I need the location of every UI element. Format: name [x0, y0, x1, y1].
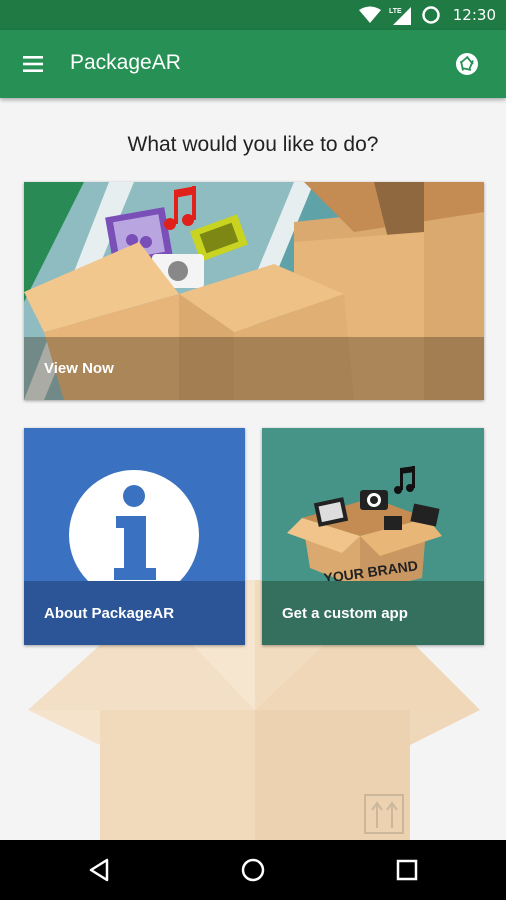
view-now-card[interactable]: View Now — [24, 182, 484, 400]
hamburger-menu-icon — [23, 56, 43, 72]
custom-app-card[interactable]: YOUR BRAND Get a custom app — [262, 428, 484, 645]
status-time: 12:30 — [452, 6, 496, 24]
navigation-bar — [0, 840, 506, 900]
about-card[interactable]: About PackageAR — [24, 428, 245, 645]
camera-lens-icon — [456, 53, 478, 75]
prompt-heading: What would you like to do? — [127, 133, 379, 156]
circle-icon — [422, 6, 440, 24]
home-button[interactable] — [238, 855, 268, 885]
custom-app-label: Get a custom app — [262, 581, 484, 645]
back-button[interactable] — [85, 855, 115, 885]
about-label: About PackageAR — [24, 581, 245, 645]
app-title: PackageAR — [70, 51, 181, 74]
camera-button[interactable] — [454, 51, 480, 77]
status-bar: LTE 12:30 — [0, 0, 506, 30]
view-now-label: View Now — [24, 337, 484, 400]
status-icons: LTE 12:30 — [358, 5, 496, 25]
menu-button[interactable] — [22, 52, 48, 76]
network-type-label: LTE — [389, 8, 402, 15]
recents-button[interactable] — [392, 855, 422, 885]
recents-icon — [396, 859, 418, 881]
home-icon — [241, 858, 265, 882]
signal-icon: LTE — [389, 7, 411, 25]
back-icon — [89, 858, 109, 882]
wifi-icon — [358, 6, 381, 23]
app-bar: PackageAR — [0, 30, 506, 98]
